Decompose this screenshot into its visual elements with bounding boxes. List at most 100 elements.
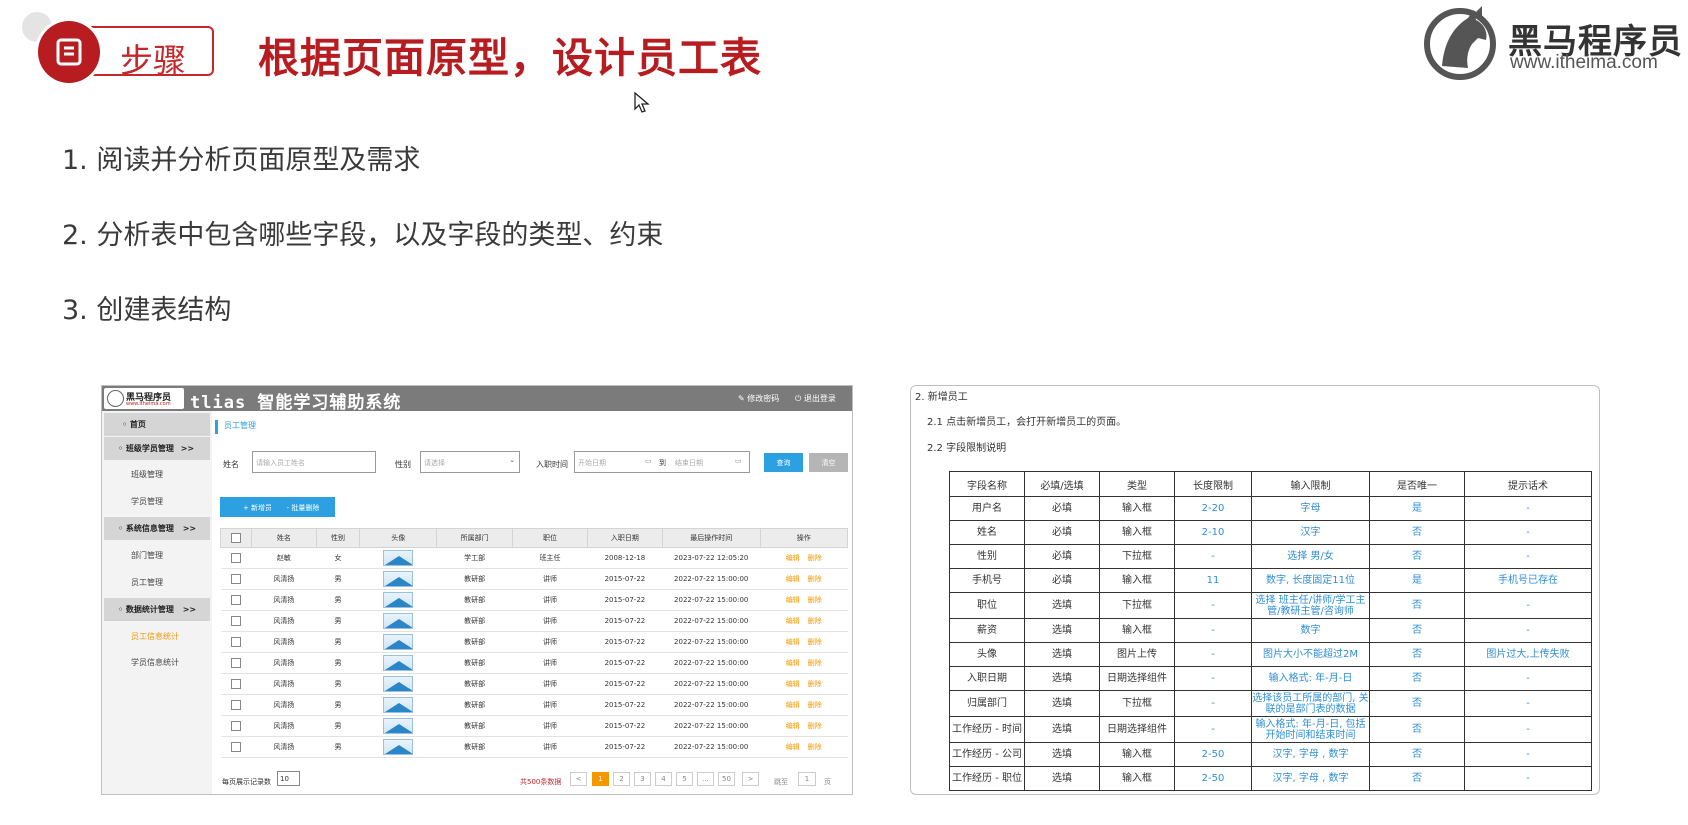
- page-button[interactable]: 4: [655, 772, 672, 786]
- avatar-cell: [359, 589, 437, 611]
- system-title: tlias 智能学习辅助系统: [190, 393, 402, 413]
- prev-page-button[interactable]: <: [570, 772, 587, 786]
- entry-date-cell: 2015-07-22: [587, 673, 663, 695]
- row-checkbox[interactable]: [231, 658, 242, 668]
- type-cell: 输入框: [1099, 766, 1175, 791]
- table-header: 最后操作时间: [661, 528, 761, 548]
- select-all-checkbox[interactable]: [231, 533, 242, 543]
- row-checkbox[interactable]: [231, 553, 242, 563]
- dept-cell: 教研部: [436, 673, 513, 695]
- jump-input[interactable]: 1: [798, 772, 816, 786]
- edit-link[interactable]: 编辑: [786, 680, 800, 688]
- delete-link[interactable]: 删除: [808, 722, 822, 730]
- query-button[interactable]: 查询: [764, 453, 803, 472]
- row-checkbox[interactable]: [231, 700, 242, 710]
- horse-logo-icon: [1424, 6, 1496, 80]
- edit-link[interactable]: 编辑: [786, 617, 800, 625]
- delete-link[interactable]: 删除: [808, 575, 822, 583]
- edit-link[interactable]: 编辑: [786, 554, 800, 562]
- per-page-select[interactable]: 10: [277, 771, 300, 786]
- bullet: ◦: [118, 605, 126, 614]
- row-checkbox-cell: [220, 589, 252, 611]
- power-icon: ⏻: [795, 394, 802, 403]
- hint-cell: -: [1464, 716, 1592, 743]
- logout-link[interactable]: ⏻ 退出登录: [795, 393, 836, 404]
- spec-row: 入职日期 选填 日期选择组件 - 输入格式: 年-月-日否 -: [949, 666, 1592, 691]
- sidebar-home[interactable]: ◦ 首页: [104, 413, 210, 436]
- entry-date-cell: 2008-12-18: [587, 547, 663, 569]
- edit-icon: ✎: [738, 394, 745, 403]
- gender-filter-placeholder: 请选择: [424, 459, 445, 467]
- sidebar-item-student-stats[interactable]: 学员信息统计: [131, 657, 179, 668]
- row-checkbox[interactable]: [231, 574, 242, 584]
- edit-link[interactable]: 编辑: [786, 659, 800, 667]
- dept-cell: 教研部: [436, 694, 513, 716]
- update-time-cell: 2022-07-22 15:00:00: [662, 694, 761, 716]
- delete-link[interactable]: 删除: [808, 680, 822, 688]
- delete-link[interactable]: 删除: [808, 554, 822, 562]
- hint-cell: -: [1464, 666, 1592, 691]
- spec-header: 字段名称: [949, 471, 1025, 497]
- input-limit-cell: 选择该员工所属的部门, 关联的是部门表的数据: [1251, 690, 1370, 717]
- sidebar-group-system[interactable]: ◦ 系统信息管理 >>: [104, 517, 210, 540]
- row-checkbox[interactable]: [231, 637, 242, 647]
- edit-link[interactable]: 编辑: [786, 575, 800, 583]
- delete-link[interactable]: 删除: [808, 701, 822, 709]
- page-button[interactable]: 50: [718, 772, 735, 786]
- expand-arrow-icon: >>: [182, 524, 197, 533]
- spec-row: 头像 选填 图片上传 - 图片大小不能超过2M 否图片过大,上传失败: [949, 642, 1592, 667]
- gender-filter-select[interactable]: 请选择 ⌄: [420, 451, 520, 473]
- calendar-icon: ▭: [735, 457, 742, 465]
- dept-cell: 教研部: [436, 715, 513, 737]
- page-button[interactable]: 1: [592, 772, 609, 786]
- sidebar-group-class[interactable]: ◦ 班级学员管理 >>: [104, 437, 210, 460]
- name-filter-input[interactable]: 请输入员工姓名: [252, 451, 376, 473]
- date-range-input[interactable]: 开始日期 ▭ 到 结束日期 ▭: [574, 451, 750, 473]
- table-header: 姓名: [251, 528, 317, 548]
- edit-link[interactable]: 编辑: [786, 638, 800, 646]
- row-checkbox[interactable]: [231, 679, 242, 689]
- delete-link[interactable]: 删除: [808, 743, 822, 751]
- edit-link[interactable]: 编辑: [786, 701, 800, 709]
- position-cell: 讲师: [512, 715, 588, 737]
- field-name-cell: 姓名: [949, 520, 1025, 545]
- batch-delete-button[interactable]: - 批量删除: [271, 497, 335, 517]
- spec-row: 用户名 必填 输入框 2-20 字母是 -: [949, 496, 1592, 521]
- row-checkbox[interactable]: [231, 595, 242, 605]
- row-checkbox-cell: [220, 631, 252, 653]
- row-checkbox[interactable]: [231, 742, 242, 752]
- page-button[interactable]: 2: [613, 772, 630, 786]
- gender-filter-label: 性别: [395, 460, 411, 469]
- avatar-cell: [359, 652, 437, 674]
- row-checkbox[interactable]: [231, 616, 242, 626]
- delete-link[interactable]: 删除: [808, 596, 822, 604]
- delete-link[interactable]: 删除: [808, 617, 822, 625]
- edit-link[interactable]: 编辑: [786, 596, 800, 604]
- gender-cell: 男: [316, 631, 360, 653]
- page-button[interactable]: 3: [634, 772, 651, 786]
- edit-link[interactable]: 编辑: [786, 743, 800, 751]
- delete-link[interactable]: 删除: [808, 638, 822, 646]
- edit-link[interactable]: 编辑: [786, 722, 800, 730]
- actions-cell: 编辑 删除: [760, 547, 848, 569]
- entry-date-cell: 2015-07-22: [587, 652, 663, 674]
- sidebar-group-label: 数据统计管理: [125, 605, 174, 614]
- clear-button[interactable]: 清空: [809, 453, 848, 472]
- change-password-link[interactable]: ✎ 修改密码: [738, 393, 779, 404]
- type-cell: 日期选择组件: [1099, 716, 1175, 743]
- sidebar-item-class[interactable]: 班级管理: [131, 469, 163, 480]
- table-row: 风清扬男教研部 讲师 2015-07-22 2022-07-22 15:00:00 编辑…: [220, 694, 848, 716]
- next-page-button[interactable]: >: [742, 772, 759, 786]
- delete-link[interactable]: 删除: [808, 659, 822, 667]
- row-checkbox[interactable]: [231, 721, 242, 731]
- sidebar-group-stats[interactable]: ◦ 数据统计管理 >>: [104, 598, 210, 621]
- page-button[interactable]: 5: [676, 772, 693, 786]
- sidebar-item-emp-stats[interactable]: 员工信息统计: [131, 631, 179, 642]
- sidebar-item-student[interactable]: 学员管理: [131, 496, 163, 507]
- row-checkbox-cell: [220, 568, 252, 590]
- length-cell: -: [1174, 690, 1252, 717]
- date-filter-label: 入职时间: [536, 460, 568, 469]
- sidebar-item-dept[interactable]: 部门管理: [131, 550, 163, 561]
- field-name-cell: 头像: [949, 642, 1025, 667]
- sidebar-item-emp[interactable]: 员工管理: [131, 577, 163, 588]
